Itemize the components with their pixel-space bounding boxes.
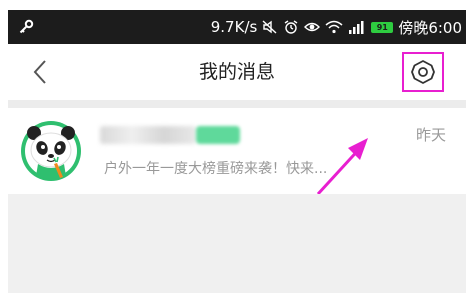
network-speed: 9.7K/s bbox=[210, 18, 258, 36]
key-icon bbox=[19, 19, 34, 34]
mute-icon bbox=[262, 19, 278, 35]
nav-header: 我的消息 bbox=[8, 44, 466, 100]
status-bar: 9.7K/s 91 傍晚6:00 bbox=[8, 10, 466, 44]
wifi-icon bbox=[325, 19, 343, 35]
annotation-arrow-icon bbox=[316, 138, 368, 196]
empty-list-area bbox=[8, 194, 466, 293]
section-divider bbox=[8, 100, 466, 108]
sender-name-redacted bbox=[100, 126, 196, 144]
settings-button[interactable] bbox=[402, 52, 444, 92]
message-list-item[interactable]: 昨天 户外一年一度大榜重磅来袭！快来... bbox=[8, 108, 466, 194]
signal-icon bbox=[348, 19, 366, 35]
eye-icon bbox=[304, 19, 321, 35]
sender-badge-redacted bbox=[196, 126, 240, 144]
panda-avatar bbox=[21, 121, 81, 181]
status-bar-indicators: 9.7K/s 91 傍晚6:00 bbox=[211, 10, 462, 44]
battery-icon: 91 bbox=[371, 21, 394, 33]
message-time: 昨天 bbox=[415, 126, 446, 144]
page-title: 我的消息 bbox=[198, 61, 275, 83]
gear-icon bbox=[411, 60, 435, 84]
alarm-icon bbox=[283, 19, 299, 35]
phone-screen: 9.7K/s 91 傍晚6:00 我的消息 昨天 户外一年一度大榜重磅来袭！快来… bbox=[8, 10, 466, 293]
clock: 傍晚6:00 bbox=[398, 18, 462, 37]
